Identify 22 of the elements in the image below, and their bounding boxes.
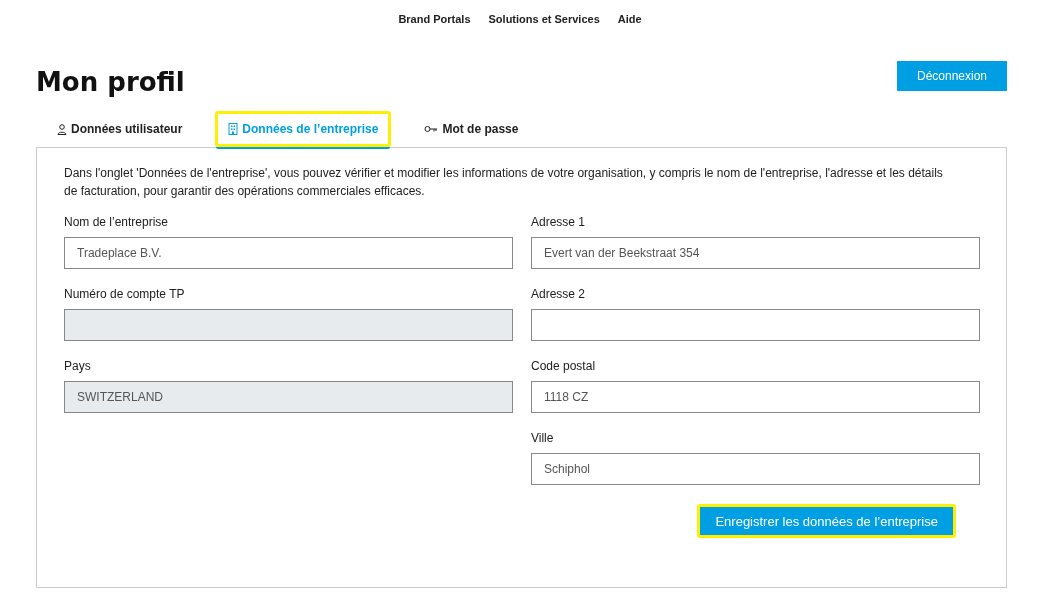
input-field[interactable]: 1118 CZ — [531, 381, 980, 413]
building-icon — [228, 123, 239, 135]
tab[interactable]: Données utilisateur — [44, 111, 196, 147]
field-label: Adresse 1 — [531, 215, 587, 229]
field-label: Ville — [531, 431, 555, 445]
person-icon — [57, 123, 67, 135]
nav-link[interactable]: Solutions et Services — [488, 13, 600, 33]
nav-link[interactable]: Brand Portals — [398, 13, 471, 33]
field-label: Numéro de compte TP — [64, 287, 186, 301]
input-field[interactable]: Tradeplace B.V. — [64, 237, 513, 269]
field-label: Adresse 2 — [531, 287, 587, 301]
input-field[interactable] — [531, 309, 980, 341]
input-field[interactable]: Schiphol — [531, 453, 980, 485]
key-icon — [424, 125, 439, 133]
page-title: Mon profil — [36, 67, 185, 97]
nav-link[interactable]: Aide — [617, 13, 642, 33]
field-label: Code postal — [531, 359, 597, 373]
field-label: Pays — [64, 359, 92, 373]
intro-text: Dans l'onglet 'Données de l'entreprise', vous pouvez vérifier et modifier les informations de votre organisation, y compris le nom de l'entreprise, l'adresse et les détails de facturation, pour garantir des opérations commerciales efficaces. — [64, 165, 944, 200]
tab[interactable]: Mot de passe — [411, 111, 532, 147]
input-field[interactable]: Evert van der Beekstraat 354 — [531, 237, 980, 269]
field-label: Nom de l’entreprise — [64, 215, 170, 229]
